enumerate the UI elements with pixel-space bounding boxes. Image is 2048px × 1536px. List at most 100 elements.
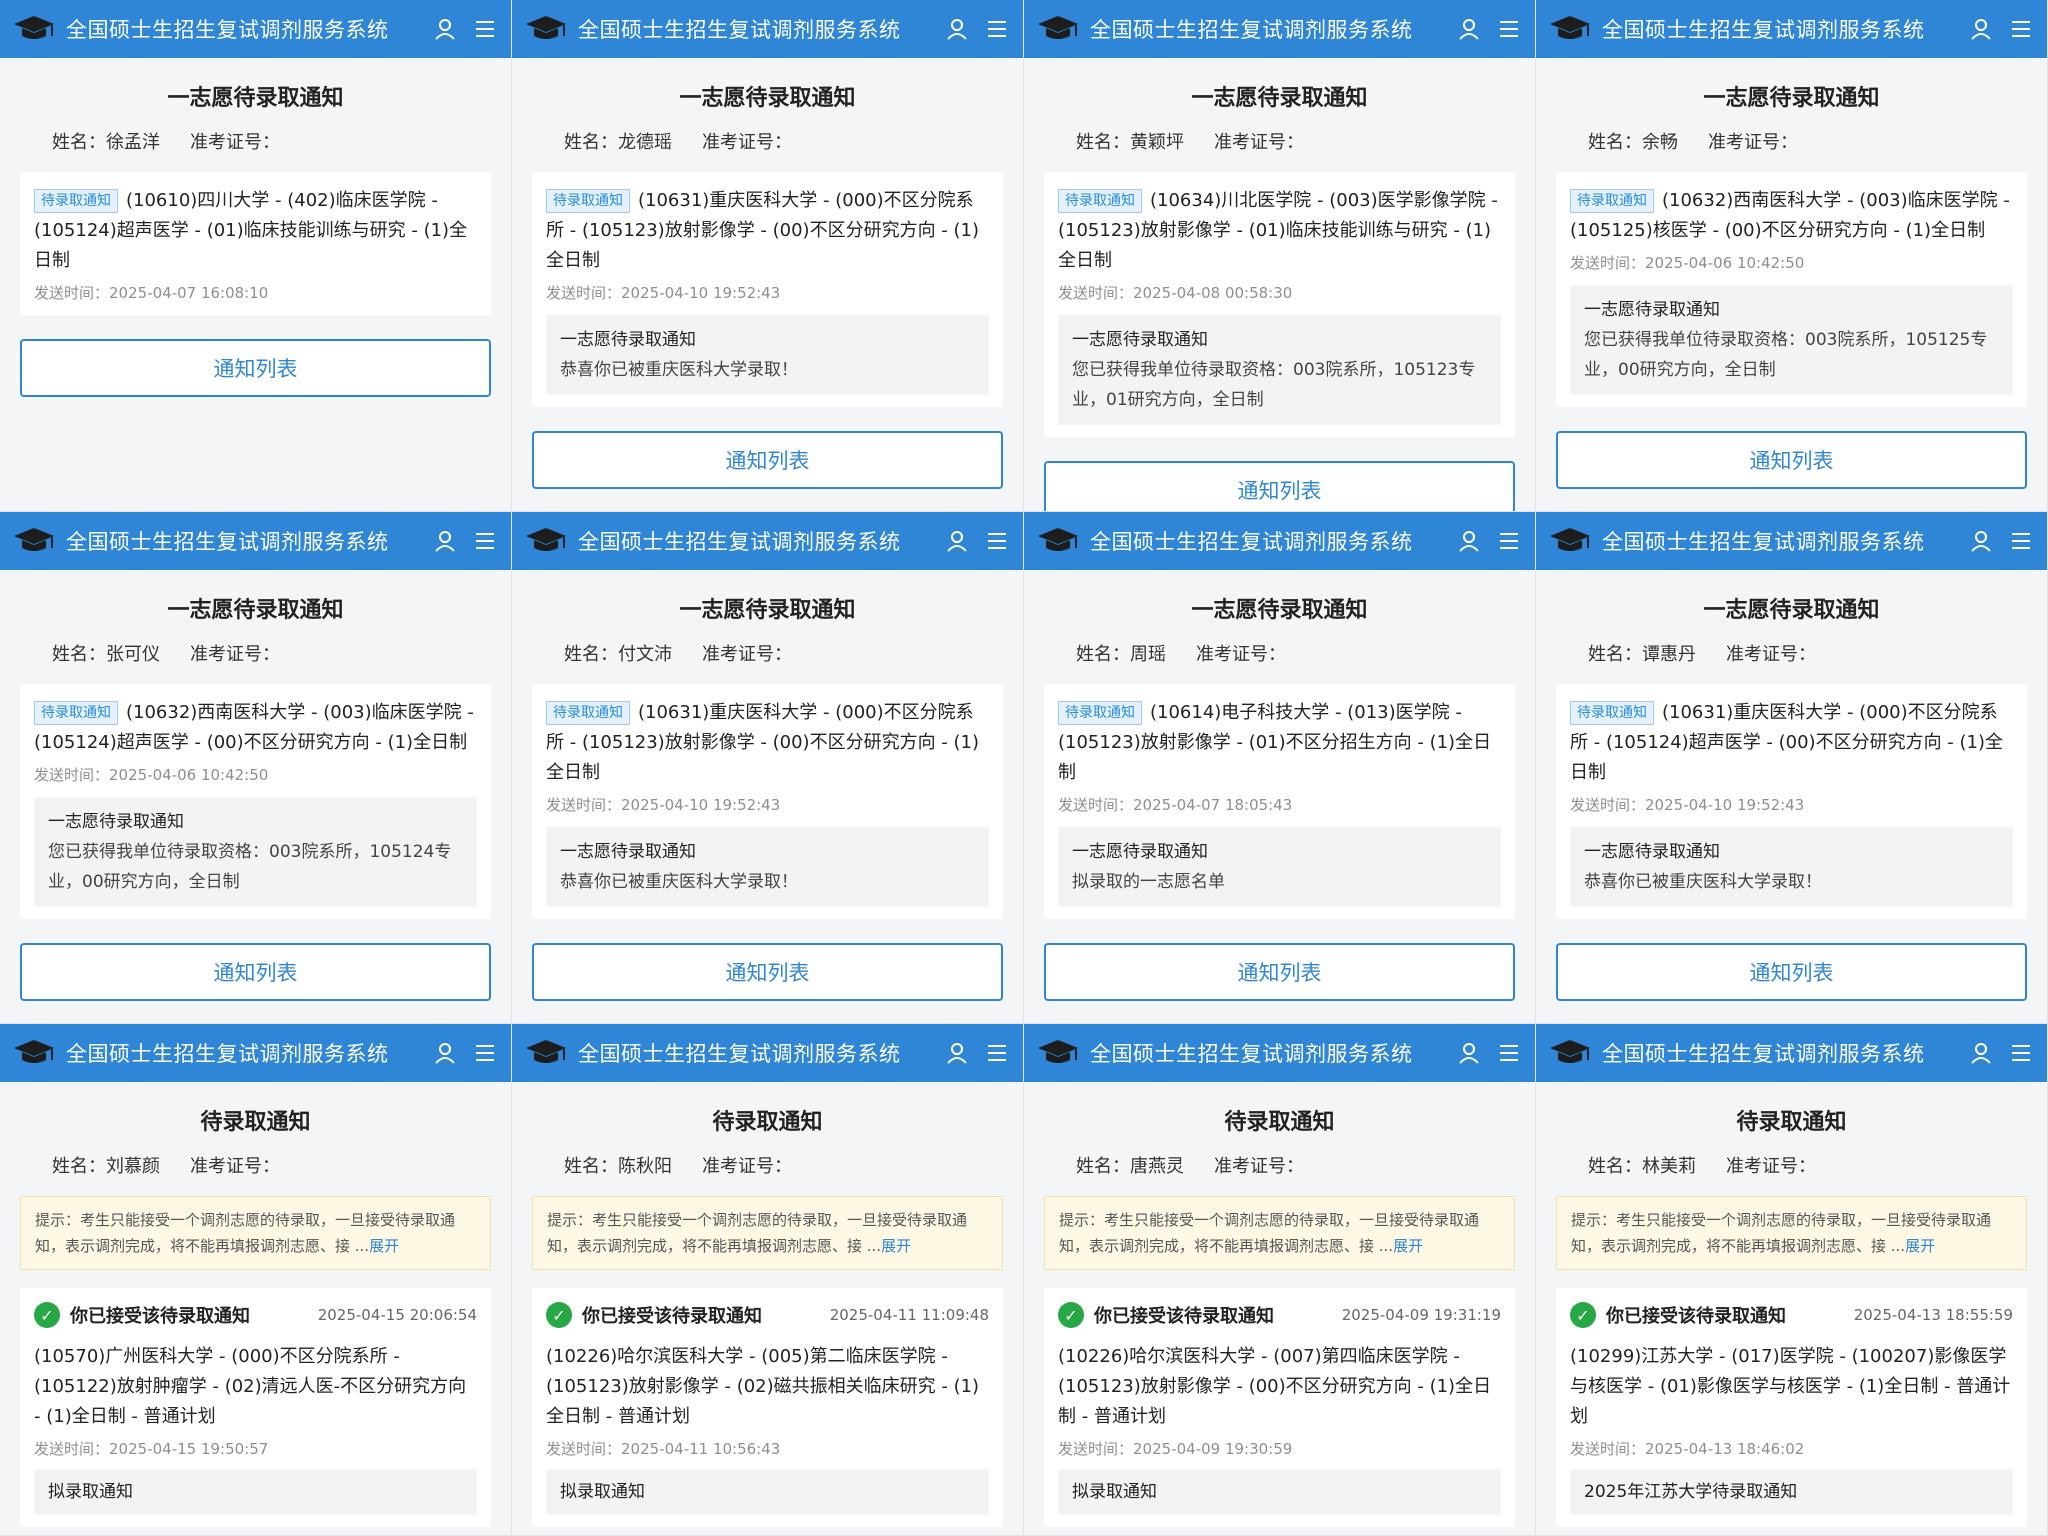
message-body: 恭喜你已被重庆医科大学录取！ (1584, 872, 1822, 892)
notice-card[interactable]: 待录取通知 (10631)重庆医科大学 - (000)不区分院系所 - (1051… (1556, 684, 2027, 919)
menu-icon[interactable] (2009, 17, 2033, 41)
send-time: 发送时间：2025-04-10 19:52:43 (546, 282, 989, 303)
graduation-cap-icon (14, 528, 54, 551)
app-title: 全国硕士生招生复试调剂服务系统 (578, 1042, 901, 1066)
notice-list-button[interactable]: 通知列表 (532, 943, 1003, 1001)
send-time: 发送时间：2025-04-10 19:52:43 (546, 794, 989, 815)
app-title: 全国硕士生招生复试调剂服务系统 (1602, 530, 1925, 554)
send-time: 发送时间：2025-04-07 18:05:43 (1058, 794, 1501, 815)
menu-icon[interactable] (1497, 17, 1521, 41)
send-label: 发送时间： (1570, 1440, 1646, 1458)
menu-icon[interactable] (985, 17, 1009, 41)
user-icon[interactable] (433, 529, 457, 553)
notice-card[interactable]: 待录取通知 (10634)川北医学院 - (003)医学影像学院 - (10512… (1044, 172, 1515, 437)
notice-card[interactable]: (10226)哈尔滨医科大学 - (007)第四临床医学院 - (105123)… (1044, 1332, 1515, 1527)
notice-card[interactable]: 待录取通知 (10614)电子科技大学 - (013)医学院 - (105123)… (1044, 684, 1515, 919)
notice-list-button[interactable]: 通知列表 (1556, 943, 2027, 1001)
message-title: 一志愿待录取通知 (1584, 300, 1720, 320)
exam-number-label: 准考证号： (1726, 644, 1816, 665)
message-title: 一志愿待录取通知 (560, 842, 696, 862)
app-title: 全国硕士生招生复试调剂服务系统 (66, 530, 389, 554)
page-title: 待录取通知 (1224, 1110, 1335, 1135)
notice-message: 一志愿待录取通知 您已获得我单位待录取资格：003院系所，105123专业，01研… (1058, 315, 1501, 425)
send-value: 2025-04-11 10:56:43 (621, 1440, 781, 1458)
accepted-status: ✓ 你已接受该待录取通知 2025-04-11 11:09:48 (532, 1288, 1003, 1332)
user-icon[interactable] (433, 17, 457, 41)
notice-list-button[interactable]: 通知列表 (1044, 461, 1515, 511)
app-header: 全国硕士生招生复试调剂服务系统 (1024, 0, 1535, 58)
notice-list-button[interactable]: 通知列表 (20, 339, 491, 397)
notice-list-button[interactable]: 通知列表 (20, 943, 491, 1001)
menu-icon[interactable] (473, 17, 497, 41)
user-icon[interactable] (1969, 17, 1993, 41)
name-value: 刘慕颜 (106, 1156, 160, 1177)
status-badge: 待录取通知 (34, 701, 118, 725)
phone-screen: 全国硕士生招生复试调剂服务系统 待录取通知 姓名：陈秋阳 准考证号： 提示：考生只能接… (512, 1024, 1024, 1536)
user-icon[interactable] (945, 529, 969, 553)
notice-card[interactable]: (10226)哈尔滨医科大学 - (005)第二临床医学院 - (105123)… (532, 1332, 1003, 1527)
user-icon[interactable] (1969, 1041, 1993, 1065)
student-name: 姓名：龙德瑶 (564, 128, 672, 154)
exam-number-label: 准考证号： (702, 1156, 792, 1177)
student-info: 姓名：黄颖坪 准考证号： (1024, 128, 1535, 154)
menu-icon[interactable] (2009, 529, 2033, 553)
expand-link[interactable]: 展开 (881, 1237, 911, 1255)
accepted-status: ✓ 你已接受该待录取通知 2025-04-13 18:55:59 (1556, 1288, 2027, 1332)
exam-number-label: 准考证号： (1196, 644, 1286, 665)
app-title: 全国硕士生招生复试调剂服务系统 (1090, 1042, 1413, 1066)
check-icon: ✓ (1570, 1302, 1596, 1328)
app-title: 全国硕士生招生复试调剂服务系统 (578, 18, 901, 42)
user-icon[interactable] (1969, 529, 1993, 553)
menu-icon[interactable] (2009, 1041, 2033, 1065)
send-label: 发送时间： (546, 1440, 622, 1458)
app-header: 全国硕士生招生复试调剂服务系统 (1024, 512, 1535, 570)
page-title: 待录取通知 (200, 1110, 311, 1135)
send-value: 2025-04-06 10:42:50 (109, 766, 269, 784)
app-title: 全国硕士生招生复试调剂服务系统 (66, 18, 389, 42)
menu-icon[interactable] (985, 1041, 1009, 1065)
name-label: 姓名： (1076, 1156, 1130, 1177)
user-icon[interactable] (945, 1041, 969, 1065)
tip-banner: 提示：考生只能接受一个调剂志愿的待录取，一旦接受待录取通知，表示调剂完成，将不能… (532, 1196, 1003, 1270)
notice-card[interactable]: 待录取通知 (10631)重庆医科大学 - (000)不区分院系所 - (1051… (532, 684, 1003, 919)
expand-link[interactable]: 展开 (369, 1237, 399, 1255)
user-icon[interactable] (945, 17, 969, 41)
menu-icon[interactable] (985, 529, 1009, 553)
name-label: 姓名： (1588, 644, 1642, 665)
menu-icon[interactable] (1497, 1041, 1521, 1065)
message-body: 拟录取的一志愿名单 (1072, 872, 1225, 892)
page-title: 一志愿待录取通知 (1191, 86, 1368, 111)
notice-card[interactable]: 待录取通知 (10632)西南医科大学 - (003)临床医学院 - (10512… (1556, 172, 2027, 407)
app-title: 全国硕士生招生复试调剂服务系统 (1090, 18, 1413, 42)
app-title: 全国硕士生招生复试调剂服务系统 (578, 530, 901, 554)
page-title: 一志愿待录取通知 (167, 86, 344, 111)
user-icon[interactable] (1457, 1041, 1481, 1065)
accepted-label: 你已接受该待录取通知 (582, 1306, 762, 1327)
status-badge: 待录取通知 (1058, 701, 1142, 725)
phone-screen: 全国硕士生招生复试调剂服务系统 一志愿待录取通知 姓名：谭惠丹 准考证号： 待录取通知… (1536, 512, 2048, 1024)
notice-list-button[interactable]: 通知列表 (1556, 431, 2027, 489)
notice-card[interactable]: 待录取通知 (10631)重庆医科大学 - (000)不区分院系所 - (1051… (532, 172, 1003, 407)
notice-list-button[interactable]: 通知列表 (532, 431, 1003, 489)
message-body: 恭喜你已被重庆医科大学录取！ (560, 360, 798, 380)
expand-link[interactable]: 展开 (1393, 1237, 1423, 1255)
user-icon[interactable] (433, 1041, 457, 1065)
app-header: 全国硕士生招生复试调剂服务系统 (1536, 1024, 2047, 1082)
send-value: 2025-04-10 19:52:43 (1645, 796, 1805, 814)
expand-link[interactable]: 展开 (1905, 1237, 1935, 1255)
notice-card[interactable]: 待录取通知 (10610)四川大学 - (402)临床医学院 - (105124)… (20, 172, 491, 315)
app-title: 全国硕士生招生复试调剂服务系统 (1090, 530, 1413, 554)
tip-banner: 提示：考生只能接受一个调剂志愿的待录取，一旦接受待录取通知，表示调剂完成，将不能… (1044, 1196, 1515, 1270)
app-header: 全国硕士生招生复试调剂服务系统 (512, 1024, 1023, 1082)
menu-icon[interactable] (473, 1041, 497, 1065)
menu-icon[interactable] (473, 529, 497, 553)
notice-card[interactable]: (10570)广州医科大学 - (000)不区分院系所 - (105122)放射… (20, 1332, 491, 1527)
send-label: 发送时间： (34, 766, 110, 784)
notice-card[interactable]: 待录取通知 (10632)西南医科大学 - (003)临床医学院 - (10512… (20, 684, 491, 919)
user-icon[interactable] (1457, 17, 1481, 41)
program-line: 待录取通知 (10631)重庆医科大学 - (000)不区分院系所 - (1051… (546, 698, 989, 788)
menu-icon[interactable] (1497, 529, 1521, 553)
notice-list-button[interactable]: 通知列表 (1044, 943, 1515, 1001)
notice-card[interactable]: (10299)江苏大学 - (017)医学院 - (100207)影像医学与核医… (1556, 1332, 2027, 1527)
user-icon[interactable] (1457, 529, 1481, 553)
